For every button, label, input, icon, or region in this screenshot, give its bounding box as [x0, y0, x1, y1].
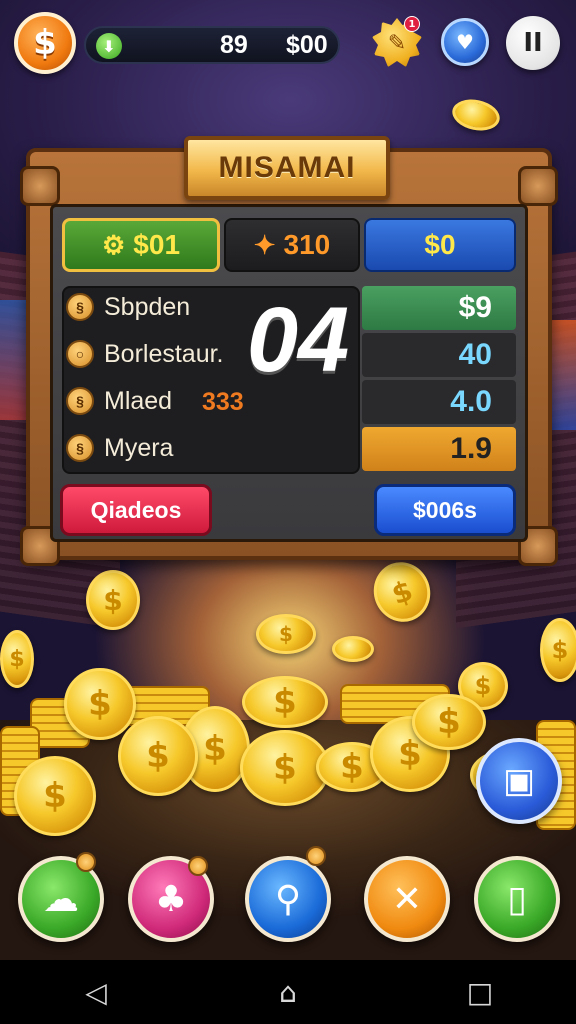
currency-bar: ⬇ 89 $00 [84, 26, 340, 64]
dragon-icon: ✦ [253, 229, 276, 260]
left-action-button[interactable]: Qiadeos [60, 484, 212, 536]
shield-icon: ♥ [456, 30, 474, 54]
ring-icon: ○ [66, 340, 94, 368]
stadium-banner-left [0, 300, 28, 420]
pin-icon [188, 856, 208, 876]
hammer-action-button[interactable]: ✕ [364, 856, 450, 942]
top-hud: $ ⬇ 89 $00 ✎ 1 ♥ II [0, 10, 576, 74]
system-nav-bar: ◁ ⌂ □ [0, 960, 576, 1024]
floating-coin: $ [86, 570, 140, 630]
value-cell: 40 [362, 333, 516, 377]
pile-coin: $ [242, 676, 328, 728]
swirl-icon: § [66, 387, 94, 415]
notification-badge: 1 [404, 16, 420, 32]
robot-icon: ⚙ [101, 229, 126, 260]
currency-value-b: $00 [286, 31, 328, 59]
stat-cell-dark-value: 310 [283, 229, 331, 260]
row-extra-value: 333 [202, 388, 244, 416]
pause-button[interactable]: II [506, 16, 560, 70]
shield-button[interactable]: ♥ [441, 18, 489, 66]
swirl-icon: § [66, 293, 94, 321]
list-item-label: Mlaed [104, 386, 173, 415]
search-action-button[interactable]: ⚲ [245, 856, 331, 942]
card-action-icon: ▯ [507, 878, 527, 920]
search-action-icon: ⚲ [274, 878, 302, 920]
value-cell: 1.9 [362, 427, 516, 471]
pause-icon: II [523, 28, 543, 58]
list-item[interactable]: § Sbpden [66, 286, 190, 328]
floating-coin: $ [256, 614, 316, 654]
pile-coin: $ [64, 668, 136, 740]
value-cell: $9 [362, 286, 516, 330]
pile-coin: $ [118, 716, 198, 796]
dollar-icon: $ [33, 23, 57, 63]
big-counter: 04 [246, 289, 350, 391]
list-item-label: Sbpden [104, 292, 191, 321]
card-action-button[interactable]: ▯ [474, 856, 560, 942]
stat-cell-blue[interactable]: $0 [364, 218, 516, 272]
list-item[interactable]: ○ Borlestaur. [66, 333, 224, 375]
list-item[interactable]: § Mlaed [66, 380, 172, 422]
piggy-bank-action-icon: ♣ [154, 878, 188, 920]
coin-shop-button[interactable]: $ [14, 12, 76, 74]
stat-cell-green-value: $01 [133, 229, 181, 260]
list-item-label: Borlestaur. [104, 339, 224, 368]
plus-icon[interactable]: ⬇ [96, 33, 122, 59]
hammer-action-icon: ✕ [391, 878, 423, 920]
list-item[interactable]: § Myera [66, 427, 173, 469]
pin-icon [306, 846, 326, 866]
farm-action-icon: ☁ [43, 878, 79, 920]
pin-icon [76, 852, 96, 872]
badge-icon: ✎ [387, 30, 407, 56]
panel-title: MISAMAI [218, 151, 356, 184]
panel-title-plate: MISAMAI [184, 136, 390, 200]
back-icon[interactable]: ◁ [66, 976, 126, 1009]
pile-coin: $ [14, 756, 96, 836]
home-icon[interactable]: ⌂ [258, 976, 318, 1009]
currency-value-a: 89 [220, 31, 248, 59]
stat-cell-blue-value: $0 [424, 229, 456, 260]
pile-coin: $ [412, 694, 486, 750]
list-item-label: Myera [104, 433, 174, 462]
stat-cell-green[interactable]: ⚙ $01 [62, 218, 220, 272]
recent-apps-icon[interactable]: □ [450, 976, 510, 1009]
value-cell: 4.0 [362, 380, 516, 424]
stat-cell-dark[interactable]: ✦ 310 [224, 218, 360, 272]
right-action-button[interactable]: $006s [374, 484, 516, 536]
ticket-button[interactable]: ▣ [476, 738, 562, 824]
ticket-icon: ▣ [502, 761, 536, 801]
swirl-icon: § [66, 434, 94, 462]
panel-corner [518, 166, 558, 206]
panel-corner [20, 166, 60, 206]
